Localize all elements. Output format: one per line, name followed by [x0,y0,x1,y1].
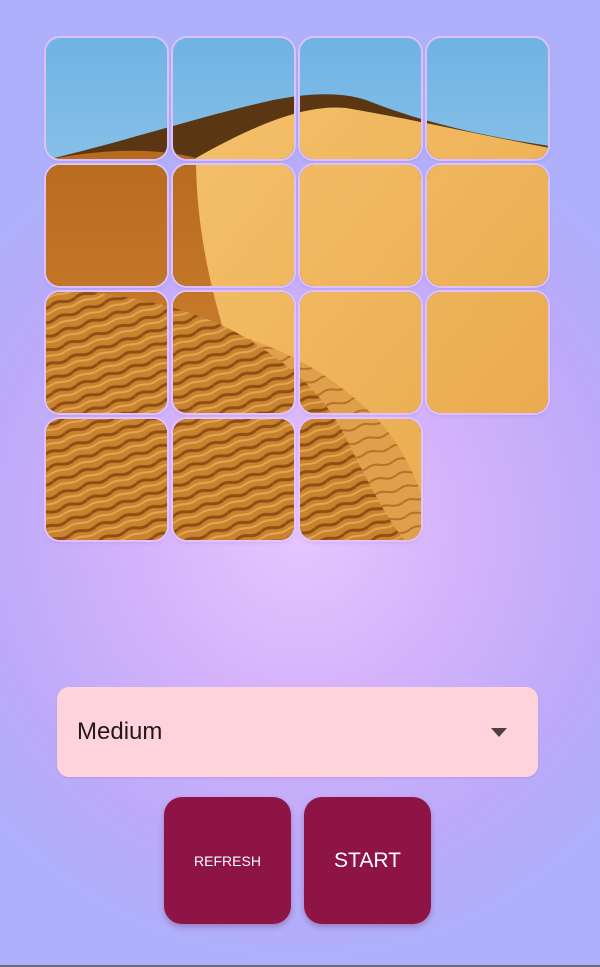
difficulty-selected-value: Medium [77,718,163,745]
puzzle-tile[interactable] [427,38,548,159]
puzzle-tile[interactable] [46,419,167,540]
puzzle-tile[interactable] [173,292,294,413]
puzzle-board [46,38,550,542]
tile-image [300,38,421,159]
tile-image [300,419,421,540]
puzzle-tile[interactable] [173,165,294,286]
tile-image [300,165,421,286]
tile-image [427,292,548,413]
tile-image [46,292,167,413]
puzzle-tile[interactable] [300,419,421,540]
puzzle-tile[interactable] [300,38,421,159]
tile-image [173,419,294,540]
puzzle-tile[interactable] [427,165,548,286]
puzzle-tile[interactable] [46,38,167,159]
tile-image [46,165,167,286]
puzzle-tile[interactable] [173,419,294,540]
puzzle-tile[interactable] [300,292,421,413]
tile-image [427,38,548,159]
tile-image [46,419,167,540]
tile-image [427,165,548,286]
caret-down-icon [491,728,507,737]
start-button[interactable]: START [304,797,431,924]
difficulty-dropdown[interactable]: Medium [57,687,538,777]
puzzle-tile[interactable] [46,292,167,413]
puzzle-tile[interactable] [300,165,421,286]
start-button-label: START [334,848,401,872]
tile-image [173,292,294,413]
tile-image [173,165,294,286]
refresh-button-label: REFRESH [194,852,261,869]
refresh-button[interactable]: REFRESH [164,797,291,924]
tile-image [173,38,294,159]
tile-image [46,38,167,159]
tile-image [300,292,421,413]
puzzle-tile[interactable] [173,38,294,159]
puzzle-tile[interactable] [46,165,167,286]
puzzle-tile[interactable] [427,292,548,413]
